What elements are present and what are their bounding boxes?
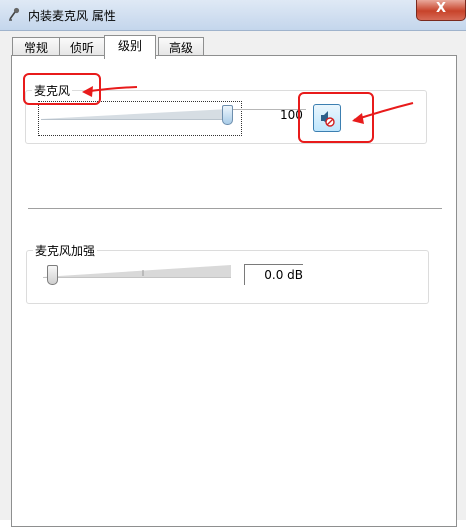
microphone-level-value: 100	[280, 108, 303, 122]
separator	[28, 208, 442, 209]
speaker-muted-icon	[321, 111, 335, 127]
microphone-level-slider[interactable]	[41, 109, 311, 123]
tab-levels[interactable]: 级别	[104, 35, 156, 59]
tab-label: 级别	[117, 39, 142, 53]
window-title: 内装麦克风 属性	[28, 9, 116, 23]
tab-label: 侦听	[69, 41, 94, 55]
boost-slider-thumb[interactable]	[47, 265, 58, 285]
levels-panel: 麦克风 100 麦克风加强 0.0 dB	[11, 55, 457, 527]
boost-value: 0.0 dB	[264, 268, 303, 282]
boost-group: 麦克风加强 0.0 dB	[26, 242, 429, 304]
tab-label: 常规	[23, 41, 48, 55]
title-bar: 内装麦克风 属性 X	[0, 0, 466, 31]
microphone-slider-thumb[interactable]	[222, 105, 233, 125]
close-button[interactable]: X	[416, 0, 466, 21]
boost-value-field: 0.0 dB	[244, 264, 303, 285]
microphone-icon	[9, 7, 20, 21]
tab-label: 高级	[168, 41, 193, 55]
boost-label: 麦克风加强	[33, 242, 98, 259]
microphone-group: 麦克风 100	[25, 82, 427, 144]
boost-slider[interactable]	[43, 263, 243, 279]
mute-button[interactable]	[313, 104, 341, 132]
microphone-label: 麦克风	[32, 82, 73, 99]
window-body: 常规 侦听 级别 高级 麦克风 100 麦克风加强 0.0 dB	[0, 31, 466, 527]
